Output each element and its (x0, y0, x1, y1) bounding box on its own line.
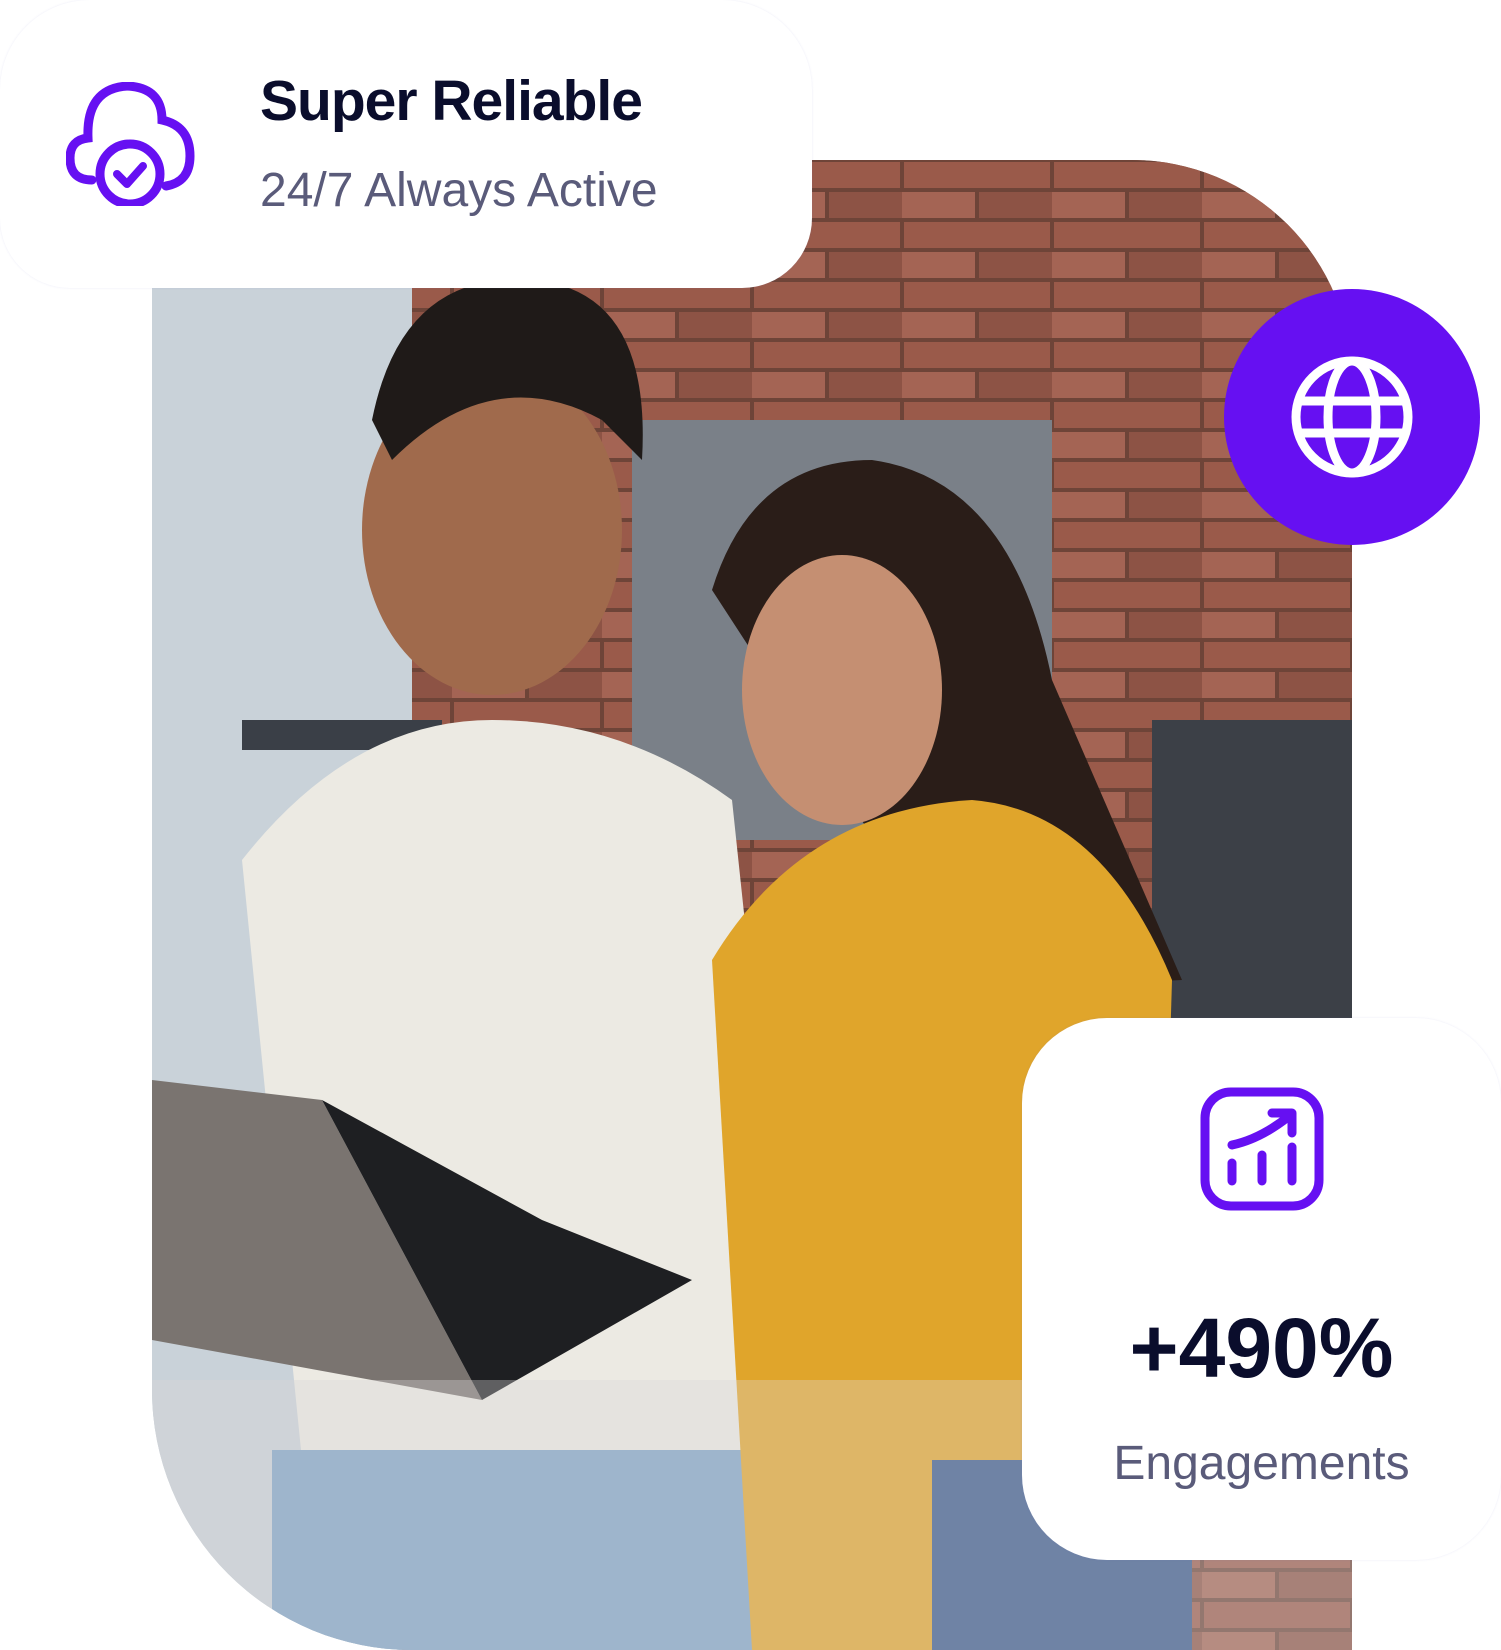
reliability-title: Super Reliable (260, 69, 643, 133)
globe-icon (1291, 356, 1413, 478)
reliability-subtitle: 24/7 Always Active (260, 164, 658, 217)
cloud-check-icon (66, 82, 195, 206)
engagement-stats-card: +490% Engagements (1022, 1018, 1501, 1560)
engagement-value: +490% (1129, 1301, 1394, 1395)
reliability-card: Super Reliable 24/7 Always Active (0, 0, 812, 288)
engagement-label: Engagements (1113, 1437, 1410, 1490)
globe-badge (1224, 289, 1480, 545)
chart-growth-icon (1200, 1087, 1324, 1211)
